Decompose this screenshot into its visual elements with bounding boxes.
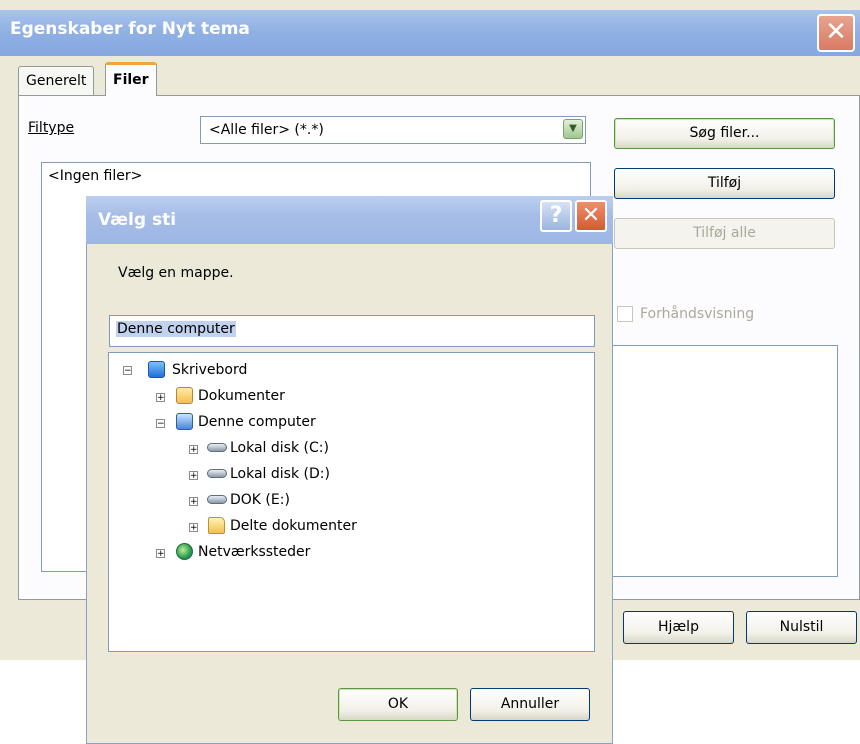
filetype-label-text: Filtype <box>28 120 75 136</box>
filetype-dropdown[interactable]: <Alle filer> (*.*) <box>200 116 586 144</box>
disk-drive-icon <box>207 469 227 478</box>
tree-item-delte-dokumenter[interactable]: Delte dokumenter <box>230 515 357 537</box>
tree-item-dok-e[interactable]: DOK (E:) <box>230 489 290 511</box>
computer-icon <box>176 413 193 430</box>
disk-drive-icon <box>207 495 227 504</box>
file-list-empty-text: <Ingen filer> <box>48 168 143 184</box>
disk-drive-icon <box>207 443 227 452</box>
tree-collapse-icon[interactable]: − <box>123 366 132 376</box>
tree-item-lokal-disk-d[interactable]: Lokal disk (D:) <box>230 463 330 485</box>
tree-item-lokal-disk-c[interactable]: Lokal disk (C:) <box>230 437 329 459</box>
tree-collapse-icon[interactable]: − <box>156 419 165 429</box>
documents-folder-icon <box>176 387 193 404</box>
properties-title: Egenskaber for Nyt tema <box>10 19 250 39</box>
tree-item-skrivebord[interactable]: Skrivebord <box>172 359 247 381</box>
tree-expand-icon[interactable]: + <box>156 393 165 403</box>
preview-checkbox[interactable] <box>617 306 633 322</box>
tree-expand-icon[interactable]: + <box>156 549 165 559</box>
preview-pane <box>612 345 838 577</box>
filetype-label: Filtype <box>28 120 74 136</box>
dialog-title: Vælg sti <box>98 210 177 230</box>
folder-icon <box>208 517 225 534</box>
search-files-button[interactable]: Søg filer... <box>614 118 835 149</box>
network-icon <box>176 543 193 560</box>
reset-button[interactable]: Nulstil <box>746 611 857 644</box>
tree-expand-icon[interactable]: + <box>189 471 198 481</box>
help-button[interactable]: Hjælp <box>623 611 734 644</box>
desktop-icon <box>148 361 165 378</box>
tree-expand-icon[interactable]: + <box>189 523 198 533</box>
help-icon[interactable]: ? <box>540 200 572 232</box>
tree-item-dokumenter[interactable]: Dokumenter <box>198 385 285 407</box>
add-button[interactable]: Tilføj <box>614 168 835 199</box>
cancel-button[interactable]: Annuller <box>470 688 590 721</box>
close-icon[interactable]: ✕ <box>575 200 607 232</box>
ok-button[interactable]: OK <box>338 688 458 721</box>
preview-label: Forhåndsvisning <box>640 306 755 322</box>
properties-close-icon[interactable]: ✕ <box>817 14 855 52</box>
tree-item-denne-computer[interactable]: Denne computer <box>198 411 316 433</box>
tree-expand-icon[interactable]: + <box>189 497 198 507</box>
dialog-prompt: Vælg en mappe. <box>118 265 234 281</box>
chevron-down-icon[interactable]: ▼ <box>563 119 583 139</box>
tab-generelt[interactable]: Generelt <box>18 66 95 96</box>
add-all-button[interactable]: Tilføj alle <box>614 218 835 249</box>
path-input-value: Denne computer <box>116 321 236 337</box>
tree-expand-icon[interactable]: + <box>189 445 198 455</box>
tab-filer[interactable]: Filer <box>105 62 157 96</box>
tree-item-netvaerkssteder[interactable]: Netværkssteder <box>198 541 310 563</box>
